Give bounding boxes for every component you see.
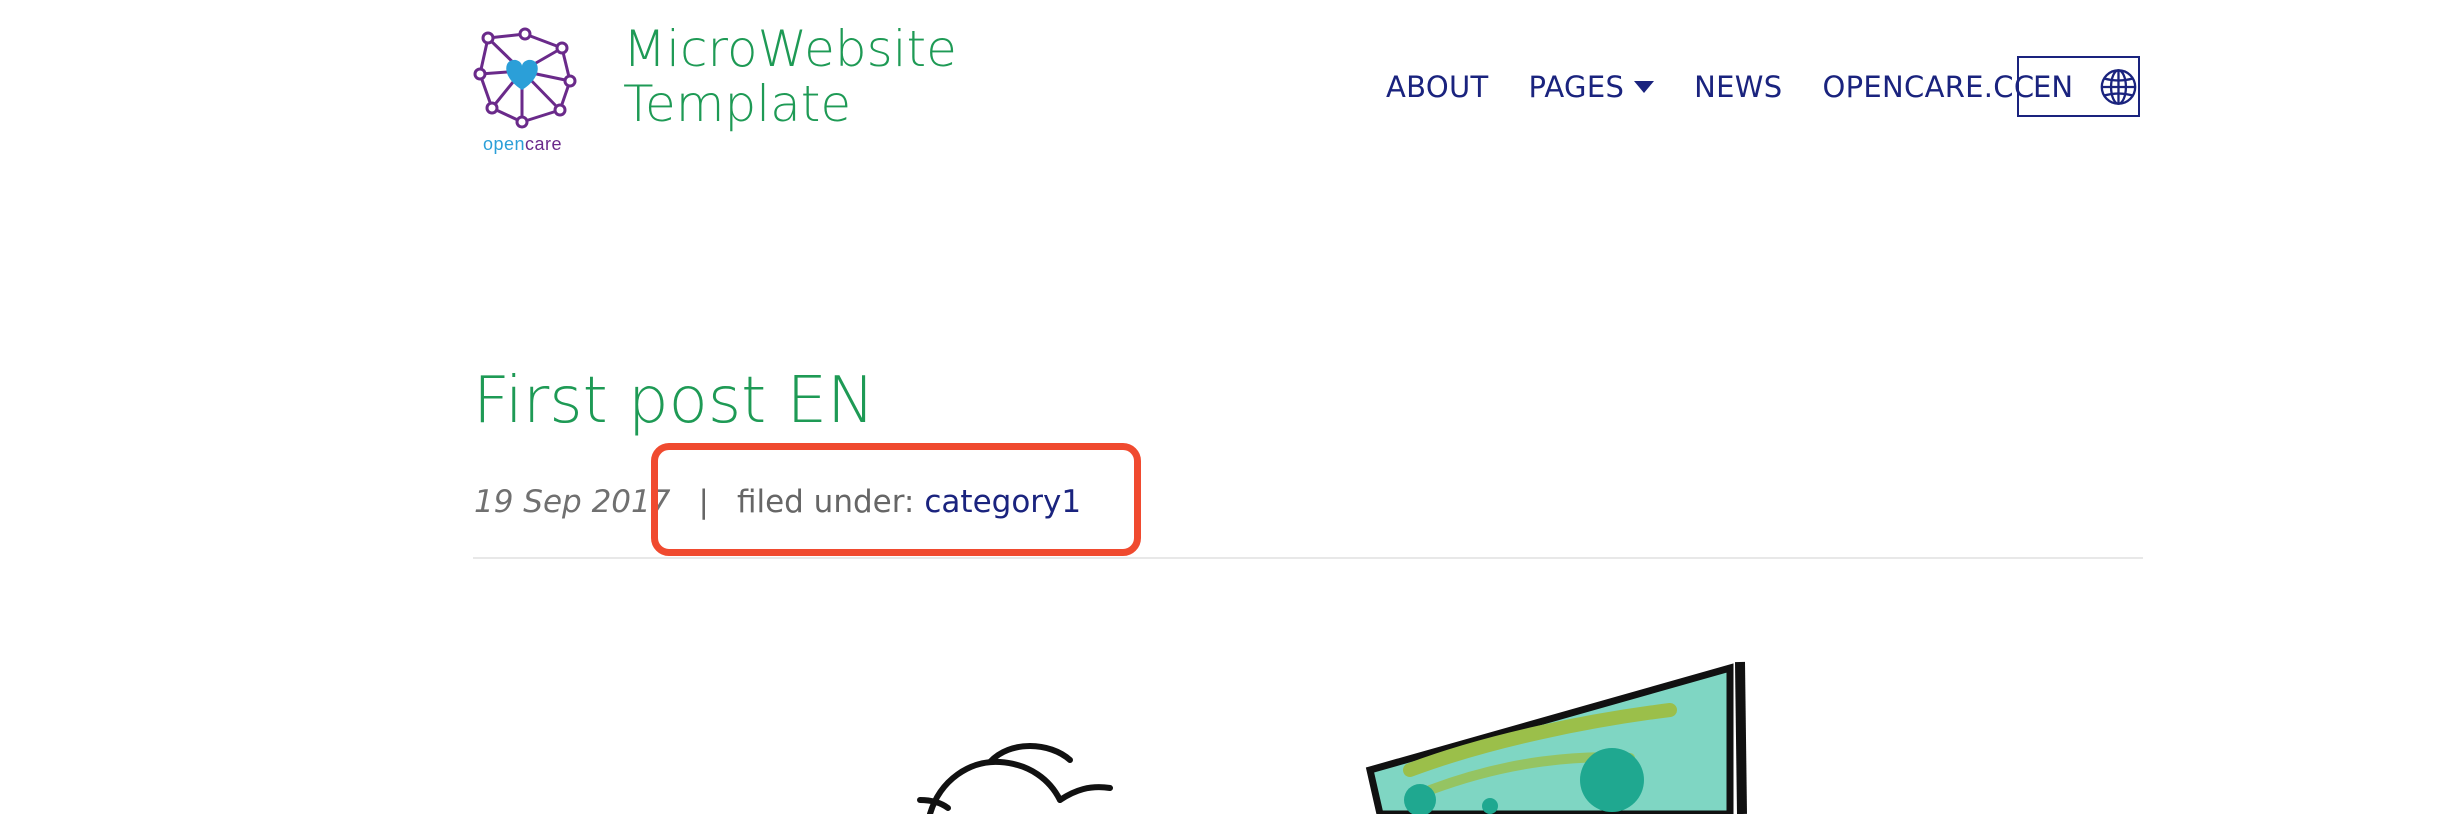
site-title-line1: MicroWebsite bbox=[623, 20, 957, 78]
nav-pages-dropdown[interactable]: PAGES bbox=[1529, 70, 1655, 104]
highlight-annotation bbox=[651, 443, 1141, 556]
logo-word-care: care bbox=[525, 134, 563, 154]
screen-sketch bbox=[1365, 661, 1747, 814]
nav-opencare[interactable]: OPENCARE.CC bbox=[1822, 70, 2034, 104]
post-title: First post EN bbox=[473, 364, 875, 438]
site-title-line2: Template bbox=[623, 75, 852, 133]
nav-pages-label: PAGES bbox=[1528, 70, 1625, 104]
opencare-logo[interactable]: opencare bbox=[470, 26, 580, 160]
bird-sketch bbox=[917, 743, 1113, 814]
language-switcher[interactable]: EN bbox=[2017, 56, 2140, 117]
language-current: EN bbox=[2033, 69, 2074, 104]
globe-icon bbox=[2100, 68, 2137, 105]
post-date: 19 Sep 2017 bbox=[474, 484, 671, 520]
nav-news-label: NEWS bbox=[1694, 70, 1783, 104]
main-nav: ABOUT PAGES NEWS OPENCARE.CC bbox=[1386, 55, 2074, 119]
page: opencare MicroWebsite Template ABOUT PAG… bbox=[0, 0, 2447, 814]
logo-wordmark: opencare bbox=[483, 134, 562, 155]
caret-down-icon bbox=[1634, 81, 1655, 93]
nav-news[interactable]: NEWS bbox=[1694, 70, 1782, 104]
post-illustration bbox=[917, 661, 1747, 814]
network-heart-icon bbox=[473, 27, 577, 129]
divider bbox=[473, 557, 2143, 559]
nav-about-label: ABOUT bbox=[1386, 70, 1489, 104]
site-title-link[interactable]: MicroWebsite Template bbox=[623, 22, 1003, 132]
logo-word-open: open bbox=[483, 134, 526, 154]
nav-opencare-label: OPENCARE.CC bbox=[1822, 70, 2035, 104]
nav-about[interactable]: ABOUT bbox=[1386, 70, 1489, 104]
